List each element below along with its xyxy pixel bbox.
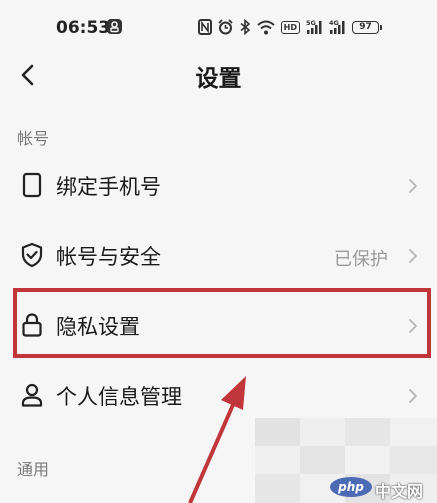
watermark-text: 中文网 — [375, 482, 424, 501]
watermark-logo-icon: php — [330, 477, 372, 497]
watermark: php 中文网 — [330, 476, 430, 501]
